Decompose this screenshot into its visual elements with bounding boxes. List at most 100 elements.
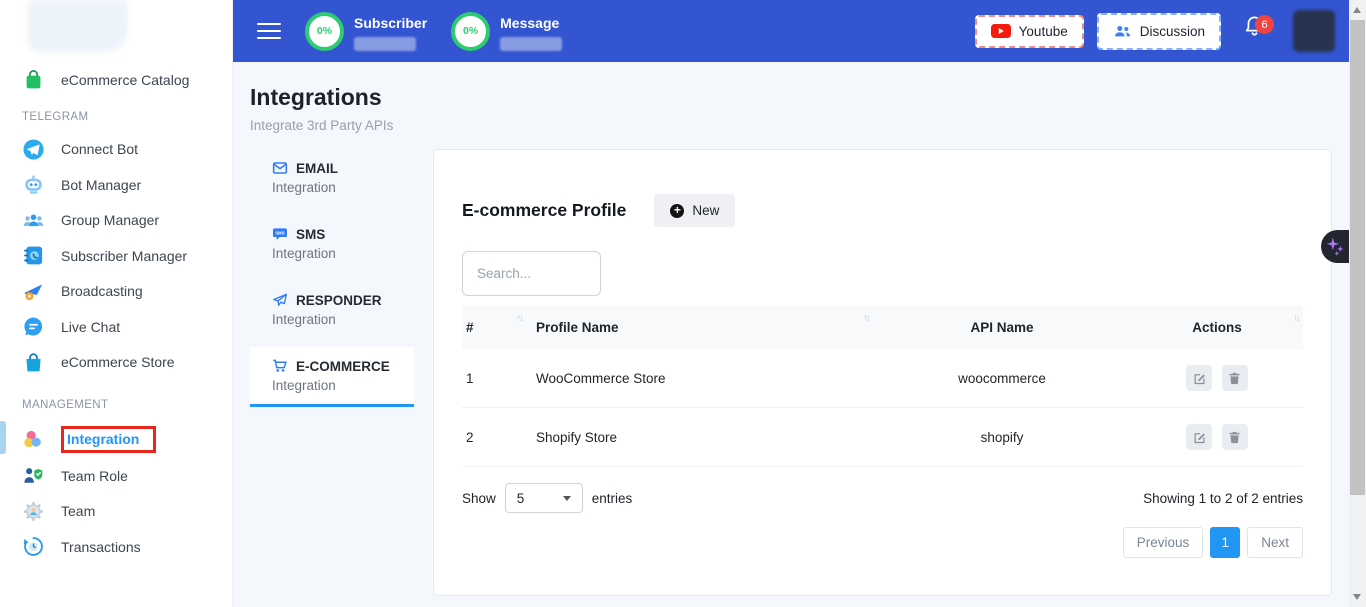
column-header-profile-name[interactable]: Profile Name↑↓ [526,306,873,349]
entries-label: entries [592,491,633,506]
telegram-icon [22,138,45,161]
envelope-icon [272,160,288,176]
edit-button[interactable] [1186,365,1212,391]
sidebar-item-team-role[interactable]: Team Role [0,458,232,494]
scroll-up-arrow[interactable] [1353,7,1361,13]
hamburger-menu-icon[interactable] [257,18,281,44]
table-header-row: #↑↓ Profile Name↑↓ API Name Actions↑↓ [462,306,1303,349]
column-header-actions[interactable]: Actions↑↓ [1131,306,1303,349]
sidebar-item-label: Team [61,503,95,519]
page-size-value: 5 [517,491,525,506]
ai-assistant-floating-button[interactable] [1321,230,1349,263]
sort-icon: ↑↓ [1294,313,1300,324]
sidebar-item-integration[interactable]: Integration [0,420,232,458]
sidebar: eCommerce Catalog TELEGRAM Connect Bot B… [0,0,233,607]
subscriber-stat-label: Subscriber [354,15,427,31]
subscriber-stat-value-blurred [354,37,416,51]
notifications-button[interactable]: 6 [1242,14,1272,48]
subnav-item-sms[interactable]: SMSSMS Integration [250,215,414,272]
previous-page-button[interactable]: Previous [1123,527,1204,558]
new-profile-button[interactable]: + New [654,194,735,227]
subnav-item-email[interactable]: EMAIL Integration [250,149,414,206]
sidebar-section-management: MANAGEMENT [0,386,232,420]
active-indicator-bar [0,421,6,454]
ecommerce-profile-card: E-commerce Profile + New #↑↓ Profile Nam… [433,149,1332,596]
integration-circles-icon [22,428,45,451]
sidebar-item-transactions[interactable]: Transactions [0,529,232,565]
scrollbar-thumb[interactable] [1350,20,1365,495]
sidebar-item-bot-manager[interactable]: Bot Manager [0,167,232,203]
shield-person-icon [22,464,45,487]
robot-icon [22,173,45,196]
card-title: E-commerce Profile [462,200,626,221]
notification-count-badge: 6 [1255,15,1274,34]
sidebar-item-live-chat[interactable]: Live Chat [0,309,232,345]
table-row: 2 Shopify Store shopify [462,408,1303,467]
sidebar-item-label: Live Chat [61,319,120,335]
page-size-select[interactable]: 5 [505,483,583,513]
column-header-num[interactable]: #↑↓ [462,306,526,349]
annotation-highlight-box: Integration [61,426,156,453]
plus-circle-icon: + [670,204,684,218]
youtube-button[interactable]: Youtube [975,15,1084,48]
main-content: Integrations Integrate 3rd Party APIs EM… [233,62,1349,607]
sidebar-item-subscriber-manager[interactable]: Subscriber Manager [0,238,232,274]
sidebar-item-label: Team Role [61,468,128,484]
trash-icon [1227,371,1242,386]
integration-subnav: EMAIL Integration SMSSMS Integration RES… [250,149,414,407]
sidebar-item-team[interactable]: Team [0,494,232,530]
pagination: Previous 1 Next [462,527,1303,558]
edit-button[interactable] [1186,424,1212,450]
show-label: Show [462,491,496,506]
sidebar-item-ecommerce-catalog[interactable]: eCommerce Catalog [0,62,232,98]
sidebar-item-label: Broadcasting [61,283,143,299]
profiles-table: #↑↓ Profile Name↑↓ API Name Actions↑↓ 1 … [462,306,1303,467]
sidebar-item-broadcasting[interactable]: Broadcasting [0,274,232,310]
subscriber-progress-ring: 0% [305,12,344,51]
page-title: Integrations [250,84,1332,111]
page-subtitle: Integrate 3rd Party APIs [250,118,1332,133]
chevron-down-icon [563,496,571,501]
sidebar-item-label: Group Manager [61,212,159,228]
delete-button[interactable] [1222,424,1248,450]
subnav-item-responder[interactable]: RESPONDER Integration [250,281,414,338]
shopping-bag-blue-icon [22,351,45,374]
subnav-item-ecommerce[interactable]: E-COMMERCE Integration [250,347,414,407]
sidebar-item-group-manager[interactable]: Group Manager [0,203,232,239]
discussion-icon [1113,22,1132,41]
delete-button[interactable] [1222,365,1248,391]
next-page-button[interactable]: Next [1247,527,1303,558]
sort-icon: ↑↓ [517,313,523,324]
scroll-down-arrow[interactable] [1353,594,1361,600]
chat-bubble-icon [22,315,45,338]
user-avatar[interactable] [1293,10,1335,52]
current-page-button[interactable]: 1 [1210,527,1240,558]
sidebar-item-label: Bot Manager [61,177,141,193]
row-num: 2 [462,408,526,467]
edit-pencil-icon [1192,430,1207,445]
shopping-bag-green-icon [22,68,45,91]
subscriber-stat: 0% Subscriber [305,12,427,51]
discussion-button[interactable]: Discussion [1097,13,1221,50]
sidebar-item-connect-bot[interactable]: Connect Bot [0,132,232,168]
gear-person-icon [22,500,45,523]
history-clock-icon [22,535,45,558]
vertical-scrollbar[interactable] [1349,0,1366,607]
sidebar-item-label: eCommerce Catalog [61,72,189,88]
trash-icon [1227,430,1242,445]
group-icon [22,209,45,232]
youtube-icon [991,24,1011,38]
sort-icon: ↑↓ [864,313,870,324]
top-header-bar: 0% Subscriber 0% Message Youtube Discuss… [233,0,1349,62]
paper-plane-icon [272,292,288,308]
column-header-api-name[interactable]: API Name [873,306,1131,349]
search-input[interactable] [462,251,601,296]
svg-text:SMS: SMS [275,230,284,235]
sidebar-item-label: Integration [67,431,139,447]
sidebar-item-label: Transactions [61,539,141,555]
entries-summary: Showing 1 to 2 of 2 entries [1143,491,1303,506]
sidebar-item-label: Subscriber Manager [61,248,187,264]
message-stat-label: Message [500,15,562,31]
message-progress-ring: 0% [451,12,490,51]
sidebar-item-ecommerce-store[interactable]: eCommerce Store [0,345,232,381]
